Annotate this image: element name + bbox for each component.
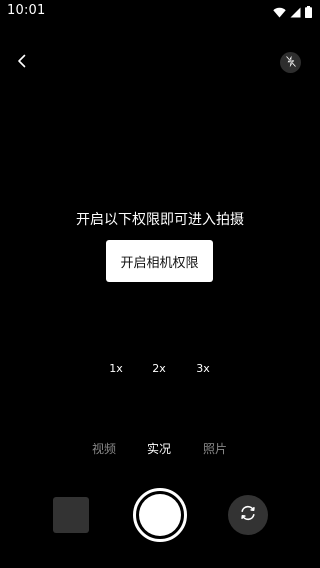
flash-button[interactable] [280, 52, 301, 73]
zoom-selector: 1x 2x 3x [0, 361, 320, 377]
switch-camera-button[interactable] [228, 495, 268, 535]
gallery-thumbnail[interactable] [53, 497, 89, 533]
wifi-icon [273, 7, 286, 18]
back-button[interactable] [11, 51, 33, 73]
mode-video[interactable]: 视频 [84, 440, 124, 458]
shutter-button[interactable] [133, 488, 187, 542]
zoom-1x[interactable]: 1x [101, 361, 131, 377]
mode-selector: 视频 实况 照片 [0, 440, 320, 458]
zoom-3x[interactable]: 3x [188, 361, 218, 377]
flash-auto-icon [285, 53, 297, 72]
zoom-2x[interactable]: 2x [144, 361, 174, 377]
status-icons [273, 5, 312, 19]
signal-icon [290, 7, 301, 18]
status-bar: 10:01 [0, 0, 320, 24]
enable-camera-permission-button[interactable]: 开启相机权限 [106, 240, 213, 282]
battery-icon [305, 6, 312, 18]
mode-live[interactable]: 实况 [139, 440, 179, 458]
shutter-inner [139, 494, 181, 536]
permission-message: 开启以下权限即可进入拍摄 [76, 212, 244, 228]
status-time: 10:01 [7, 3, 46, 18]
chevron-left-icon [17, 53, 27, 72]
mode-photo[interactable]: 照片 [195, 440, 235, 458]
camera-switch-icon [238, 503, 258, 527]
